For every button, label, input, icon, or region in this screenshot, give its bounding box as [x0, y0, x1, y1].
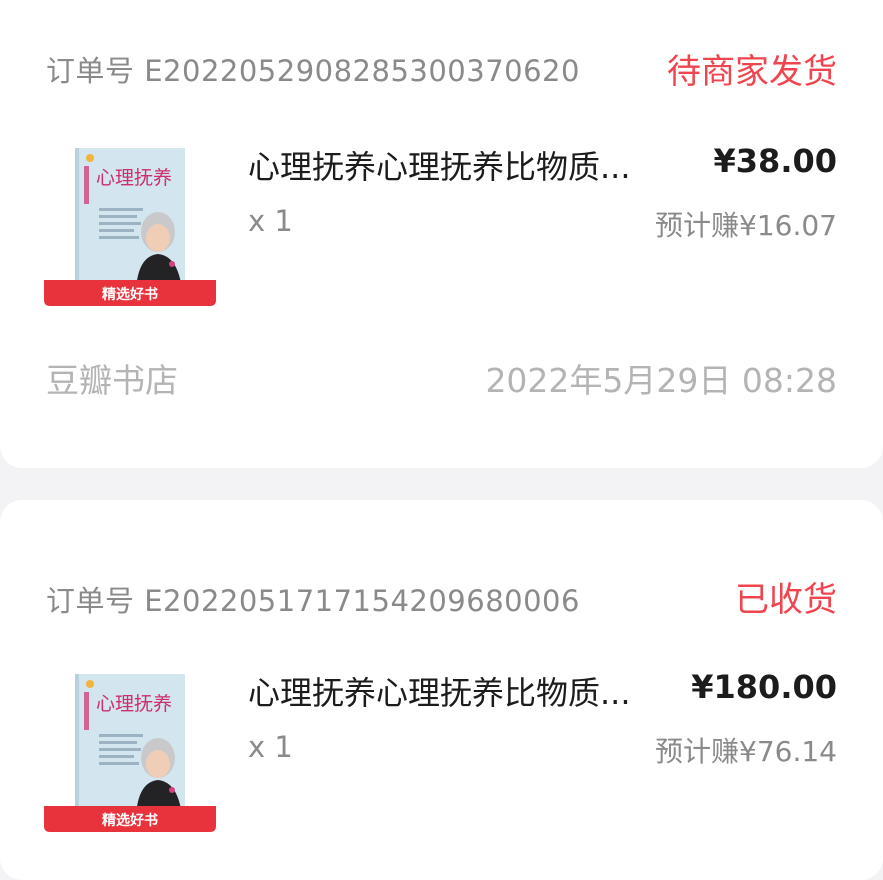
item-quantity: x 1	[248, 204, 293, 238]
order-status: 待商家发货	[667, 52, 837, 92]
order-time: 2022年5月29日 08:28	[485, 361, 837, 400]
estimated-earnings: 预计赚¥16.07	[655, 209, 837, 242]
book-cover-icon: 心理抚养 精选好书	[44, 148, 216, 306]
order-number: 订单号 E2022052908285300370620	[46, 54, 580, 88]
cover-tag: 精选好书	[102, 812, 158, 829]
book-cover-image[interactable]: 心理抚养 精选好书	[44, 674, 216, 832]
book-cover-icon: 心理抚养 精选好书	[44, 674, 216, 832]
item-title[interactable]: 心理抚养心理抚养比物质...	[248, 142, 698, 188]
order-number: 订单号 E2022051717154209680006	[46, 584, 580, 618]
shop-name[interactable]: 豆瓣书店	[46, 354, 178, 402]
item-price: ¥38.00	[713, 142, 837, 180]
order-card[interactable]: 订单号 E2022051717154209680006 已收货 心理抚养 精选好…	[0, 500, 883, 880]
cover-tag: 精选好书	[102, 286, 158, 303]
order-card[interactable]: 订单号 E2022052908285300370620 待商家发货 心理抚养 精…	[0, 0, 883, 468]
cover-title: 心理抚养	[96, 693, 172, 715]
item-price: ¥180.00	[691, 668, 837, 706]
book-cover-image[interactable]: 心理抚养 精选好书	[44, 148, 216, 306]
item-quantity: x 1	[248, 730, 293, 764]
item-title[interactable]: 心理抚养心理抚养比物质...	[248, 668, 698, 714]
order-status: 已收货	[735, 580, 837, 620]
cover-title: 心理抚养	[96, 167, 172, 189]
estimated-earnings: 预计赚¥76.14	[655, 735, 837, 768]
